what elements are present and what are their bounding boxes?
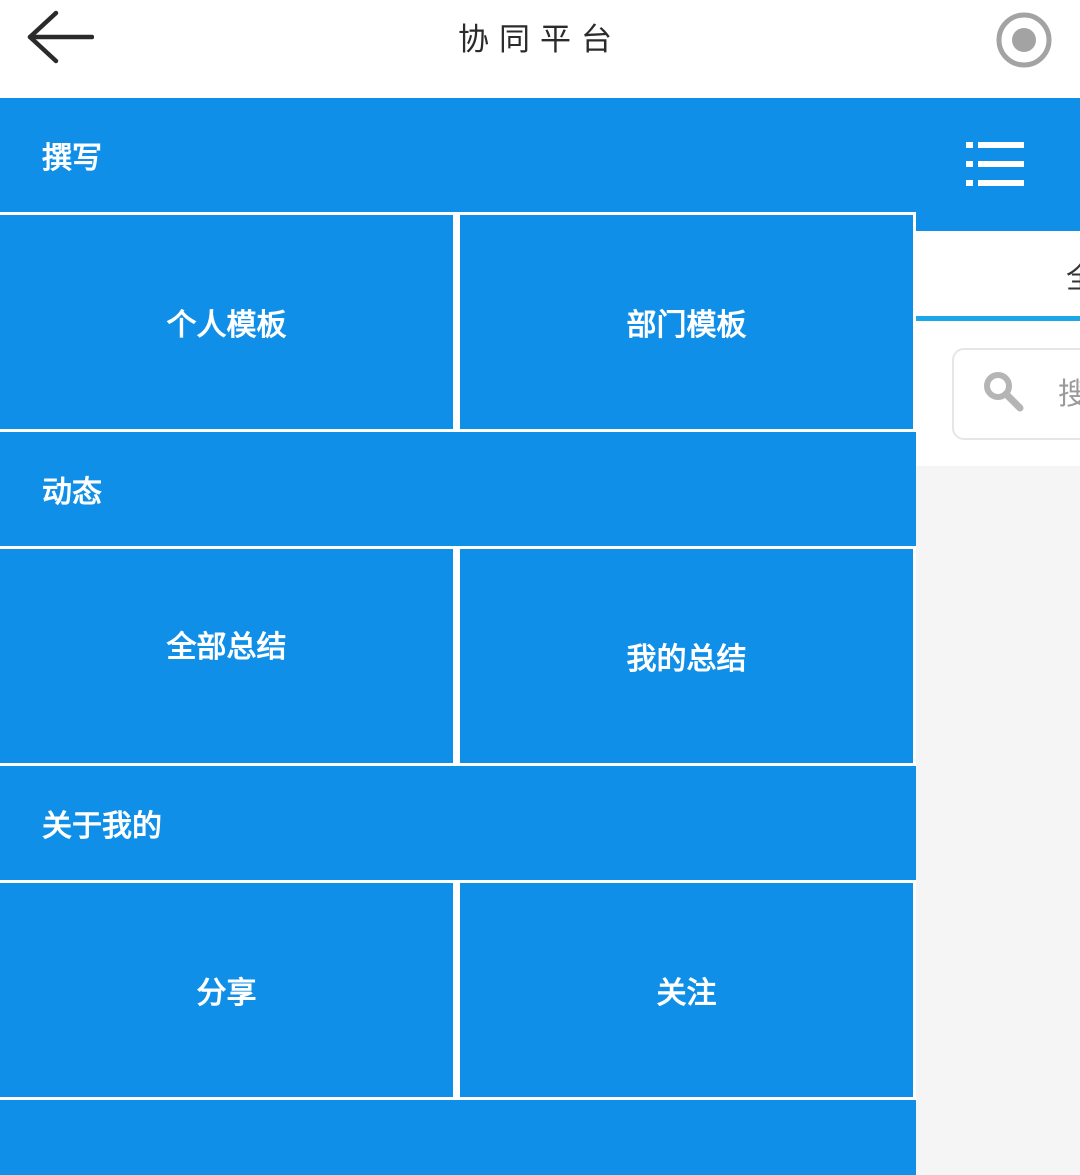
- all-summaries-tile[interactable]: 全部总结: [0, 549, 453, 763]
- my-summaries-tile[interactable]: 我的总结: [460, 549, 913, 763]
- app-screen: 全 协同平台: [0, 0, 1080, 1175]
- section-header-compose: 撰写: [0, 98, 916, 212]
- search-icon: [984, 372, 1024, 412]
- search-input[interactable]: [1058, 372, 1080, 416]
- tile-label: 我的总结: [626, 642, 747, 677]
- tile-label: 部门模板: [626, 308, 747, 343]
- section-header-about-me: 关于我的: [0, 766, 916, 880]
- follow-tile[interactable]: 关注: [460, 883, 913, 1097]
- page-title: 协同平台: [458, 22, 622, 58]
- section-title: 动态: [42, 475, 102, 510]
- section-title: 撰写: [42, 141, 102, 176]
- personal-template-tile[interactable]: 个人模板: [0, 215, 453, 429]
- tile-label: 个人模板: [166, 308, 287, 343]
- navigation-drawer: 撰写 个人模板 部门模板 动态 全部总结 我的总结 关于我的 分享 关注: [0, 98, 916, 1175]
- record-button[interactable]: [994, 10, 1054, 70]
- tile-label: 关注: [656, 976, 717, 1011]
- tab-bar: 全: [916, 231, 1080, 321]
- section-header-activity: 动态: [0, 432, 916, 546]
- search-area: [916, 321, 1080, 466]
- department-template-tile[interactable]: 部门模板: [460, 215, 913, 429]
- section-title: 关于我的: [42, 809, 162, 844]
- search-box[interactable]: [952, 348, 1080, 440]
- list-menu-icon: [966, 142, 1024, 186]
- tile-label: 全部总结: [166, 630, 287, 665]
- record-icon: [996, 12, 1052, 68]
- top-nav-bar: 协同平台: [0, 0, 1080, 98]
- next-section-header: [0, 1100, 916, 1175]
- menu-button[interactable]: [960, 134, 1030, 194]
- tab-all[interactable]: 全: [1066, 253, 1080, 297]
- tile-label: 分享: [196, 976, 257, 1011]
- share-tile[interactable]: 分享: [0, 883, 453, 1097]
